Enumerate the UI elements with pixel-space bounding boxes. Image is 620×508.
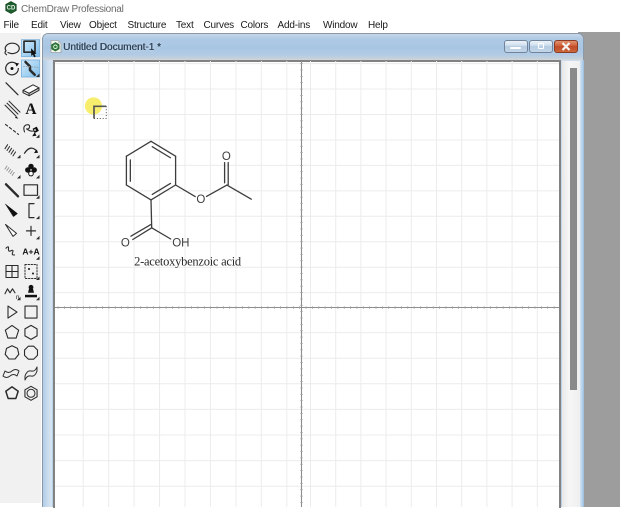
svg-text:CD: CD [7, 6, 16, 12]
svg-text:O: O [222, 151, 231, 163]
svg-text:O: O [121, 238, 130, 250]
svg-text:O: O [196, 194, 205, 206]
svg-text:A+A: A+A [22, 247, 39, 257]
svg-text:A: A [25, 101, 37, 118]
svg-text:2-acetoxybenzoic acid: 2-acetoxybenzoic acid [134, 254, 242, 268]
svg-text:OH: OH [172, 238, 189, 250]
